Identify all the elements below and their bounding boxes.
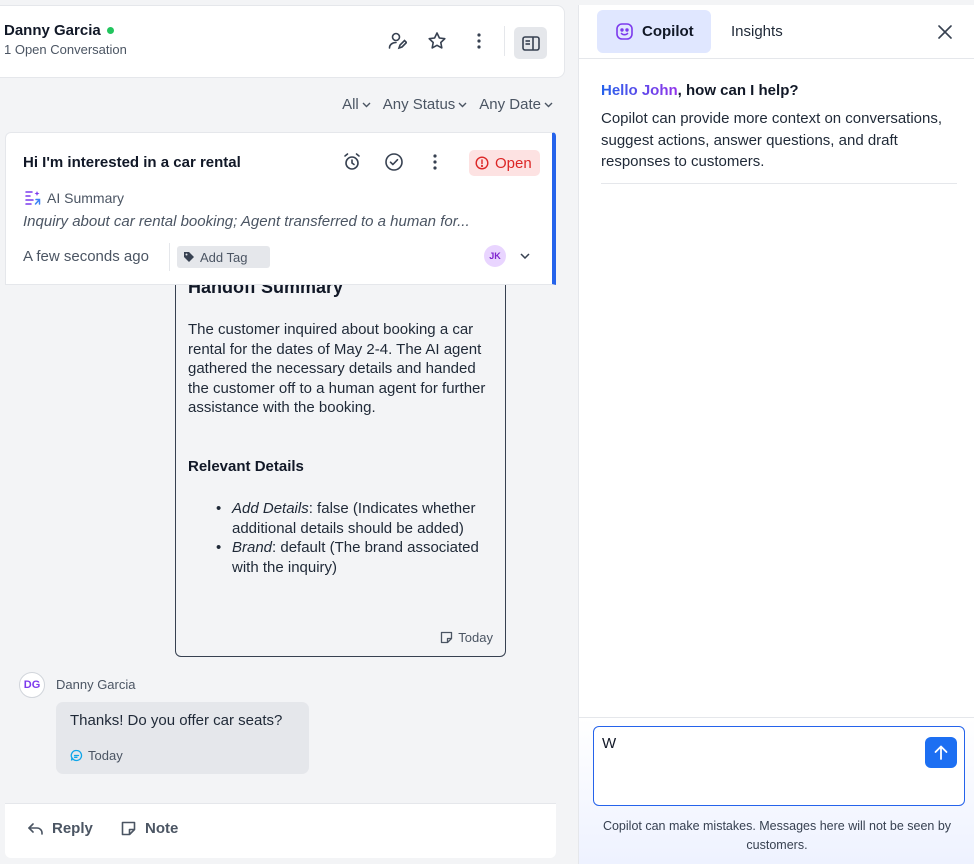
chevron-down-icon [544, 102, 553, 107]
ai-summary-header: AI Summary [24, 189, 124, 206]
ai-summary-label: AI Summary [47, 189, 125, 206]
note-time-label: Today [458, 630, 493, 645]
chevron-down-icon [458, 102, 467, 107]
arrow-up-icon [934, 745, 948, 760]
copilot-disclaimer: Copilot can make mistakes. Messages here… [602, 819, 952, 852]
tab-copilot-label: Copilot [642, 23, 694, 40]
copilot-footer: W Copilot can make mistakes. Messages he… [579, 717, 974, 864]
chevron-down-icon [520, 253, 530, 259]
assignee-avatar[interactable]: JK [484, 245, 506, 267]
contact-name: Danny Garcia [4, 22, 101, 39]
add-tag-button[interactable]: Add Tag [177, 246, 270, 268]
filter-channel-label: All [342, 96, 359, 113]
handoff-summary-body: The customer inquired about booking a ca… [188, 321, 486, 417]
compose-bar: Reply Note [5, 803, 556, 858]
resolve-button[interactable] [383, 151, 405, 173]
message-text: Thanks! Do you offer car seats? [70, 712, 283, 729]
handoff-summary-title: Handoff Summary [188, 285, 344, 297]
filter-status-label: Any Status [382, 96, 456, 113]
status-label: Open [495, 154, 532, 172]
more-vertical-icon [477, 33, 481, 49]
alarm-clock-icon [344, 153, 360, 170]
relevant-details-list: Add Details: false (Indicates whether ad… [210, 499, 500, 577]
snooze-button[interactable] [341, 151, 363, 173]
message-timestamp: Today [70, 748, 123, 763]
reply-button[interactable]: Reply [28, 820, 93, 837]
conversation-more-button[interactable] [424, 151, 446, 173]
add-tag-label: Add Tag [200, 249, 248, 265]
sender-name: Danny Garcia [56, 677, 136, 692]
handoff-summary-note: Handoff Summary The customer inquired ab… [175, 285, 506, 657]
assign-agent-icon [388, 32, 407, 50]
filter-date[interactable]: Any Date [479, 96, 553, 113]
note-icon [441, 631, 453, 644]
panel-toggle-button[interactable] [514, 27, 547, 59]
tab-insights-label: Insights [731, 23, 783, 40]
reply-label: Reply [52, 820, 93, 837]
header-divider [504, 26, 505, 56]
more-options-button[interactable] [466, 28, 492, 54]
detail-key: Add Details [232, 500, 309, 517]
alert-circle-icon [475, 156, 489, 170]
send-button[interactable] [925, 737, 957, 768]
contact-name-row: Danny Garcia [4, 22, 114, 39]
favorite-button[interactable] [424, 28, 450, 54]
copilot-input[interactable]: W [602, 735, 912, 795]
note-icon [121, 821, 136, 836]
ai-summary-icon [25, 191, 41, 205]
filter-date-label: Any Date [479, 96, 541, 113]
tab-insights[interactable]: Insights [731, 10, 783, 53]
note-timestamp: Today [440, 630, 493, 645]
detail-key: Brand [232, 539, 273, 557]
note-label: Note [145, 820, 179, 837]
close-icon [938, 25, 952, 39]
copilot-panel: Copilot Insights Hello John, how can I h… [578, 5, 974, 864]
ai-summary-text: Inquiry about car rental booking; Agent … [23, 213, 470, 230]
meta-divider [169, 243, 170, 271]
intro-divider [601, 183, 957, 184]
conversation-title: Hi I'm interested in a car rental [23, 154, 241, 171]
contact-header: Danny Garcia 1 Open Conversation [0, 5, 565, 78]
chat-bubble-icon [70, 749, 83, 762]
check-circle-icon [385, 153, 403, 171]
more-vertical-icon [433, 154, 437, 170]
chevron-down-icon [362, 102, 371, 107]
greeting-rest: , how can I help? [677, 82, 799, 99]
open-conversations-count: 1 Open Conversation [4, 42, 127, 57]
tag-icon [184, 252, 194, 262]
online-status-dot [106, 27, 114, 34]
relevant-details-title: Relevant Details [188, 458, 304, 475]
customer-message: Thanks! Do you offer car seats? Today [56, 702, 309, 774]
copilot-input-box: W [593, 726, 965, 806]
conversation-filters: All Any Status Any Date [342, 96, 553, 113]
detail-item: Brand: default (The brand associated wit… [210, 538, 500, 577]
status-badge[interactable]: Open [469, 150, 540, 176]
tab-copilot[interactable]: Copilot [597, 10, 711, 53]
copilot-icon [616, 23, 633, 40]
expand-conversation-button[interactable] [517, 247, 533, 265]
panel-toggle-icon [521, 35, 540, 51]
assign-agent-button[interactable] [384, 28, 410, 54]
copilot-greeting: Hello John, how can I help? [601, 82, 799, 99]
note-button[interactable]: Note [121, 820, 178, 837]
conversation-pane: Danny Garcia 1 Open Conversation All Any… [0, 0, 567, 864]
reply-icon [28, 822, 43, 835]
detail-item: Add Details: false (Indicates whether ad… [210, 499, 500, 538]
greeting-name: Hello John [601, 82, 678, 99]
close-panel-button[interactable] [936, 23, 954, 41]
copilot-tab-bar: Copilot Insights [579, 5, 974, 59]
conversation-timestamp: A few seconds ago [23, 248, 149, 265]
filter-channel[interactable]: All [342, 96, 371, 113]
sender-avatar: DG [19, 672, 45, 698]
copilot-intro: Copilot can provide more context on conv… [601, 110, 943, 170]
message-time-label: Today [88, 748, 123, 763]
star-icon [428, 32, 446, 49]
conversation-card[interactable]: Hi I'm interested in a car rental Open A… [5, 132, 556, 285]
filter-status[interactable]: Any Status [383, 96, 468, 113]
